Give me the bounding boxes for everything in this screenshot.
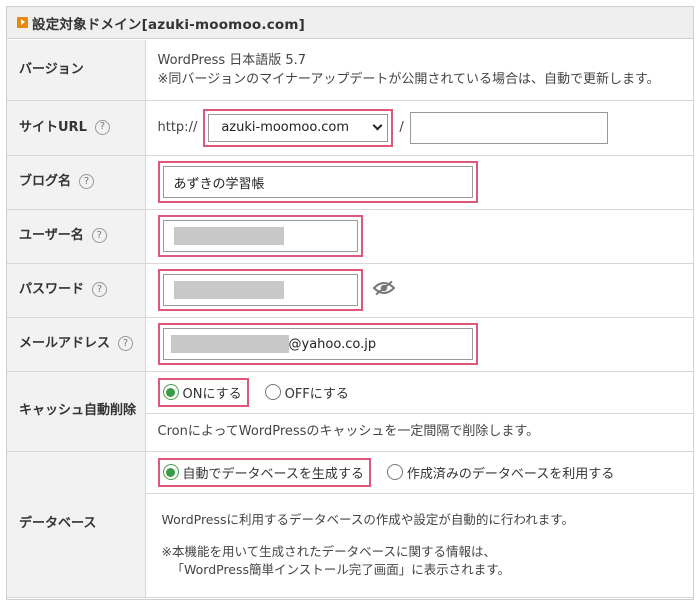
database-existing-radio[interactable]: 作成済みのデータベースを利用する bbox=[386, 463, 615, 482]
database-auto-label: 自動でデータベースを生成する bbox=[182, 466, 364, 482]
password-highlight bbox=[157, 269, 363, 311]
database-auto-radio[interactable]: 自動でデータベースを生成する bbox=[162, 463, 364, 482]
cache-on-label: ONにする bbox=[182, 386, 242, 402]
help-icon[interactable]: ? bbox=[92, 282, 108, 297]
username-input[interactable] bbox=[162, 220, 358, 252]
help-icon[interactable]: ? bbox=[94, 119, 110, 135]
radio-unselected-icon bbox=[264, 384, 281, 400]
eye-slash-icon[interactable] bbox=[372, 280, 396, 300]
radio-selected-icon bbox=[162, 464, 179, 480]
email-input[interactable]: @yahoo.co.jp bbox=[162, 328, 473, 360]
settings-table: バージョン WordPress 日本語版 5.7 ※同バージョンのマイナーアップ… bbox=[7, 40, 693, 598]
version-note: ※同バージョンのマイナーアップデートが公開されている場合は、自動で更新します。 bbox=[157, 71, 660, 87]
username-highlight bbox=[157, 215, 363, 257]
username-redacted bbox=[173, 227, 284, 245]
radio-unselected-icon bbox=[386, 464, 403, 480]
url-separator: / bbox=[399, 120, 404, 135]
database-label: データベース bbox=[7, 451, 146, 598]
cache-label: キャッシュ自動削除 bbox=[7, 371, 146, 452]
settings-panel: 設定対象ドメイン[azuki-moomoo.com] バージョン WordPre… bbox=[6, 6, 694, 600]
cache-off-radio[interactable]: OFFにする bbox=[264, 383, 349, 402]
help-icon[interactable]: ? bbox=[118, 336, 134, 351]
database-info-note: ※本機能を用いて生成されたデータベースに関する情報は、 bbox=[161, 544, 496, 559]
radio-selected-icon bbox=[162, 384, 179, 400]
password-redacted bbox=[173, 281, 284, 299]
help-icon[interactable]: ? bbox=[79, 174, 95, 189]
email-highlight: @yahoo.co.jp bbox=[157, 323, 478, 365]
username-row: ユーザー名? bbox=[7, 209, 693, 264]
database-existing-label: 作成済みのデータベースを利用する bbox=[406, 466, 615, 482]
subdirectory-input[interactable] bbox=[409, 111, 608, 144]
email-domain: @yahoo.co.jp bbox=[288, 336, 377, 352]
domain-select-highlight: azuki-moomoo.com bbox=[203, 108, 394, 147]
password-input[interactable] bbox=[162, 274, 358, 306]
play-icon bbox=[17, 17, 28, 28]
site-url-row: サイトURL? http:// azuki-moomoo.com / bbox=[7, 100, 693, 156]
blog-name-input[interactable]: あずきの学習帳 bbox=[162, 166, 473, 198]
password-label: パスワード bbox=[19, 282, 85, 297]
help-icon[interactable]: ? bbox=[91, 228, 107, 243]
site-url-label: サイトURL bbox=[19, 119, 87, 135]
version-text: WordPress 日本語版 5.7 bbox=[157, 52, 307, 68]
database-auto-highlight: 自動でデータベースを生成する bbox=[157, 457, 371, 487]
url-prefix: http:// bbox=[157, 120, 198, 135]
cache-note: CronによってWordPressのキャッシュを一定間隔で削除します。 bbox=[145, 413, 693, 452]
database-row: データベース 自動でデータベースを生成する 作成済みのデータベースを利用する bbox=[7, 451, 693, 598]
blog-name-highlight: あずきの学習帳 bbox=[157, 161, 478, 203]
blog-name-row: ブログ名? あずきの学習帳 bbox=[7, 155, 693, 210]
blog-name-value: あずきの学習帳 bbox=[173, 176, 265, 192]
cache-on-highlight: ONにする bbox=[157, 377, 249, 407]
password-row: パスワード? bbox=[7, 263, 693, 318]
version-row: バージョン WordPress 日本語版 5.7 ※同バージョンのマイナーアップ… bbox=[7, 40, 693, 101]
blog-name-label: ブログ名 bbox=[19, 174, 72, 189]
panel-header: 設定対象ドメイン[azuki-moomoo.com] bbox=[7, 7, 693, 39]
cache-on-radio[interactable]: ONにする bbox=[162, 383, 242, 402]
database-note: WordPressに利用するデータベースの作成や設定が自動的に行われます。 bbox=[161, 512, 575, 527]
email-redacted bbox=[170, 335, 289, 353]
domain-select[interactable]: azuki-moomoo.com bbox=[208, 113, 389, 142]
panel-title: 設定対象ドメイン[azuki-moomoo.com] bbox=[32, 16, 306, 33]
chevron-down-icon bbox=[372, 120, 383, 131]
email-row: メールアドレス? @yahoo.co.jp bbox=[7, 317, 693, 372]
username-label: ユーザー名 bbox=[19, 228, 84, 243]
database-info-note-2: 「WordPress簡単インストール完了画面」に表示されます。 bbox=[171, 562, 511, 577]
version-label: バージョン bbox=[7, 40, 146, 101]
domain-select-value: azuki-moomoo.com bbox=[221, 120, 349, 135]
email-label: メールアドレス bbox=[19, 336, 111, 351]
cache-row: キャッシュ自動削除 ONにする OFFにする bbox=[7, 371, 693, 452]
cache-off-label: OFFにする bbox=[284, 386, 349, 402]
